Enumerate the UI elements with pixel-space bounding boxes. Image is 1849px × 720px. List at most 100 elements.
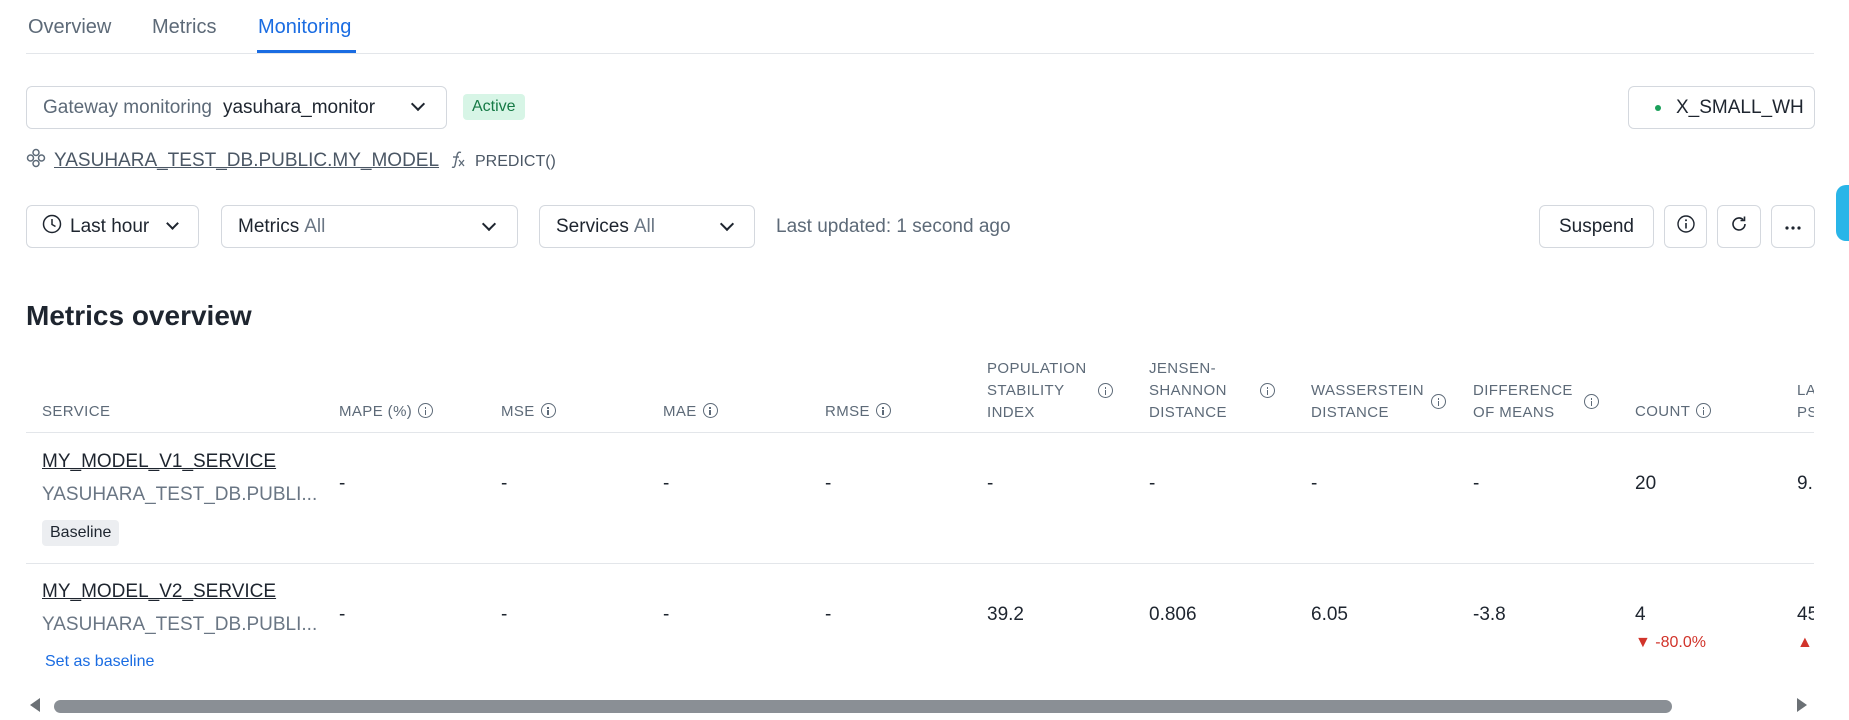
column-header-label: MSE — [501, 403, 535, 420]
tab-monitoring[interactable]: Monitoring — [258, 16, 351, 39]
monitor-select-value: yasuhara_monitor — [222, 96, 376, 118]
cell-wasserstein: 6.05 — [1311, 604, 1348, 625]
refresh-button[interactable] — [1717, 205, 1761, 248]
model-link[interactable]: YASUHARA_TEST_DB.PUBLIC.MY_MODEL — [26, 148, 439, 173]
side-panel-tab[interactable] — [1836, 185, 1849, 241]
info-icon[interactable] — [1431, 394, 1446, 409]
column-header-label: RMSE — [825, 403, 870, 420]
cell-mae: - — [663, 604, 670, 625]
baseline-badge: Baseline — [42, 520, 120, 546]
column-header-jensen-shannon[interactable]: JENSEN- SHANNON DISTANCE — [1149, 358, 1227, 424]
column-header-difference-of-means[interactable]: DIFFERENCE OF MEANS — [1473, 380, 1573, 424]
column-header-label: WASSERSTEIN — [1311, 382, 1425, 399]
cell-mape: - — [339, 473, 346, 494]
column-header-service[interactable]: SERVICE — [42, 401, 110, 423]
status-badge: Active — [463, 94, 525, 120]
column-header-mape[interactable]: MAPE (%) — [339, 401, 434, 423]
cell-wasserstein: - — [1311, 473, 1318, 494]
last-updated-text: Last updated: 1 second ago — [776, 216, 1011, 237]
info-icon[interactable] — [1696, 403, 1712, 418]
more-options-button[interactable] — [1771, 205, 1815, 248]
scrollbar-thumb[interactable] — [54, 700, 1672, 713]
column-header-latency[interactable]: LA PS — [1797, 380, 1814, 424]
scroll-left-arrow[interactable] — [30, 698, 40, 712]
column-header-label: DISTANCE — [1149, 404, 1227, 421]
function-icon — [449, 150, 467, 173]
clock-icon — [42, 214, 62, 239]
tab-metrics[interactable]: Metrics — [152, 16, 216, 39]
info-icon[interactable] — [540, 403, 556, 418]
refresh-icon — [1729, 214, 1749, 239]
column-header-label: DISTANCE — [1311, 404, 1389, 421]
column-header-label: MAE — [663, 403, 697, 420]
cell-rmse: - — [825, 473, 832, 494]
cell-jensen-shannon: 0.806 — [1149, 604, 1197, 625]
column-header-label: COUNT — [1635, 403, 1691, 420]
cell-rmse: - — [825, 604, 832, 625]
cell-difference-of-means: - — [1473, 473, 1480, 494]
warehouse-selector[interactable]: X_SMALL_WH — [1628, 86, 1815, 129]
service-name-link[interactable]: MY_MODEL_V2_SERVICE — [42, 581, 276, 603]
info-icon[interactable] — [1584, 394, 1599, 409]
chevron-down-icon — [481, 216, 497, 232]
function-label: PREDICT() — [449, 150, 556, 173]
service-name-link[interactable]: MY_MODEL_V1_SERVICE — [42, 451, 276, 473]
chevron-down-icon — [166, 217, 179, 230]
column-header-wasserstein[interactable]: WASSERSTEIN DISTANCE — [1311, 380, 1424, 424]
column-header-mae[interactable]: MAE — [663, 401, 718, 423]
column-header-mse[interactable]: MSE — [501, 401, 556, 423]
suspend-button[interactable]: Suspend — [1539, 205, 1654, 248]
info-icon[interactable] — [1098, 383, 1113, 398]
chevron-down-icon — [410, 96, 426, 112]
column-header-label: POPULATION — [987, 360, 1087, 377]
cell-mse: - — [501, 473, 508, 494]
set-as-baseline-link[interactable]: Set as baseline — [45, 653, 154, 671]
monitor-select-label: Gateway monitoring — [43, 96, 212, 118]
scroll-right-arrow[interactable] — [1797, 698, 1807, 712]
chevron-down-icon — [719, 216, 735, 232]
info-icon[interactable] — [418, 403, 434, 418]
cell-count: 20 — [1635, 473, 1657, 494]
model-icon — [26, 148, 46, 173]
tab-overview[interactable]: Overview — [28, 16, 111, 39]
suspend-button-label: Suspend — [1558, 215, 1634, 237]
info-icon[interactable] — [1260, 383, 1275, 398]
metrics-filter[interactable]: Metrics All — [221, 205, 518, 248]
column-header-label: MAPE (%) — [339, 403, 413, 420]
count-delta: ▼ -80.0% — [1635, 634, 1706, 651]
cell-mse: - — [501, 604, 508, 625]
cell-latency: 9. — [1797, 473, 1813, 494]
time-range-value: Last hour — [70, 215, 150, 237]
model-path[interactable]: YASUHARA_TEST_DB.PUBLIC.MY_MODEL — [54, 150, 439, 172]
time-range-select[interactable]: Last hour — [26, 205, 199, 248]
column-header-label: JENSEN- — [1149, 360, 1216, 377]
table-row-divider — [26, 563, 1814, 564]
service-path: YASUHARA_TEST_DB.PUBLI... — [42, 614, 318, 635]
cell-mae: - — [663, 473, 670, 494]
column-header-label: SERVICE — [42, 403, 111, 420]
cell-latency: 45 — [1797, 604, 1814, 625]
column-header-label: OF MEANS — [1473, 404, 1555, 421]
column-header-count[interactable]: COUNT — [1635, 401, 1712, 423]
tab-bar: Overview Metrics Monitoring — [26, 0, 1814, 54]
table-header-divider — [26, 432, 1814, 433]
column-header-label: PS — [1797, 404, 1814, 421]
services-filter-label: Services — [556, 215, 629, 237]
info-button[interactable] — [1664, 205, 1707, 248]
section-title: Metrics overview — [26, 300, 252, 331]
metrics-filter-label: Metrics — [238, 215, 300, 237]
column-header-rmse[interactable]: RMSE — [825, 401, 891, 423]
warehouse-name: X_SMALL_WH — [1676, 96, 1804, 118]
column-header-psi[interactable]: POPULATION STABILITY INDEX — [987, 358, 1087, 424]
cell-psi: - — [987, 473, 994, 494]
active-tab-indicator — [257, 50, 356, 53]
services-filter[interactable]: Services All — [539, 205, 755, 248]
info-icon — [1676, 214, 1696, 239]
column-header-label: SHANNON — [1149, 382, 1227, 399]
monitor-select[interactable]: Gateway monitoring yasuhara_monitor — [26, 86, 447, 129]
cell-jensen-shannon: - — [1149, 473, 1156, 494]
column-header-label: STABILITY — [987, 382, 1065, 399]
cell-difference-of-means: -3.8 — [1473, 604, 1506, 625]
info-icon[interactable] — [702, 403, 718, 418]
info-icon[interactable] — [875, 403, 891, 418]
